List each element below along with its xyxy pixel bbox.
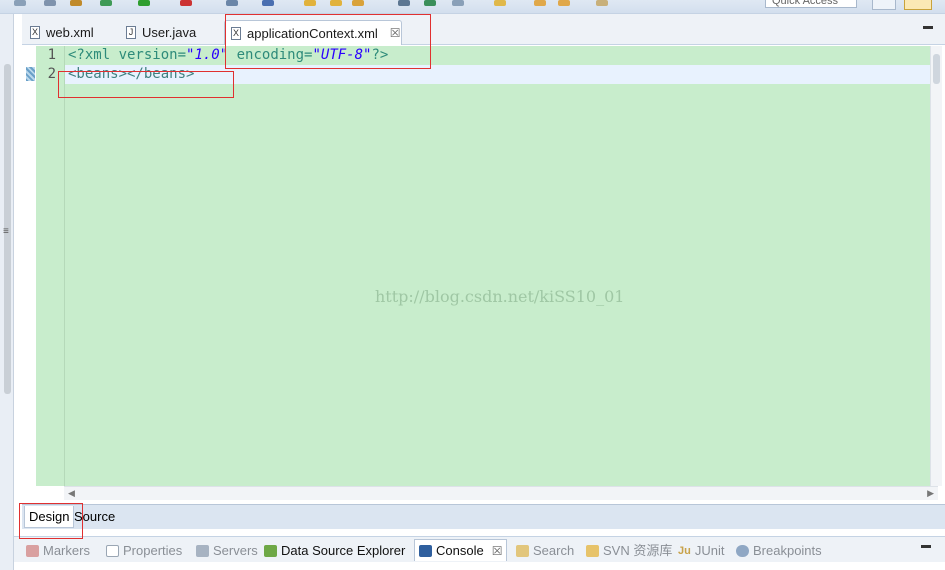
code-line-2[interactable]: <beans></beans> [65, 65, 938, 84]
view-tab-label: Properties [123, 543, 183, 558]
search-icon [516, 545, 529, 557]
horizontal-scrollbar[interactable]: ◀ ▶ [64, 486, 938, 500]
view-tab-search[interactable]: Search [516, 541, 574, 561]
toolbar-icon[interactable] [424, 0, 436, 6]
tab-label: web.xml [46, 25, 94, 40]
breakpoints-icon [736, 545, 749, 557]
view-tab-svn[interactable]: SVN 资源库 [586, 541, 672, 561]
code-line-1[interactable]: <?xml version="1.0" encoding="UTF-8"?> [65, 46, 938, 65]
tab-design[interactable]: Design [24, 506, 75, 528]
watermark: http://blog.csdn.net/kiSS10_01 [375, 287, 625, 306]
toolbar-icon[interactable] [70, 0, 82, 6]
scroll-right-icon[interactable]: ▶ [927, 488, 934, 499]
back-icon[interactable] [534, 0, 546, 6]
toolbar-icon[interactable] [494, 0, 506, 6]
toolbar-icon[interactable] [226, 0, 238, 6]
java-file-icon: J [126, 26, 136, 39]
view-tab-data-source-explorer[interactable]: Data Source Explorer [264, 541, 405, 561]
view-tab-label: SVN 资源库 [603, 543, 673, 558]
tab-user-java[interactable]: J User.java [120, 20, 224, 45]
xml-file-icon: X [30, 26, 40, 39]
main-toolbar: Quick Access [0, 0, 945, 14]
tab-label: applicationContext.xml [247, 25, 378, 41]
view-tab-label: Markers [43, 543, 90, 558]
toolbar-icon[interactable] [14, 0, 26, 6]
java-ee-perspective-button[interactable] [904, 0, 932, 10]
view-tab-breakpoints[interactable]: Breakpoints [736, 541, 822, 561]
view-tab-label: Data Source Explorer [281, 543, 406, 558]
xml-file-icon: X [231, 26, 241, 40]
line-number: 1 [47, 47, 56, 63]
folder-icon[interactable] [304, 0, 316, 6]
toolbar-icon[interactable] [452, 0, 464, 6]
servers-icon [196, 545, 209, 557]
tab-web-xml[interactable]: X web.xml [24, 20, 116, 45]
toolbar-icon[interactable] [398, 0, 410, 6]
view-tab-servers[interactable]: Servers [196, 541, 258, 561]
view-tab-label: Console [436, 542, 484, 558]
view-tab-label: Servers [213, 543, 258, 558]
toolbar-icon[interactable] [596, 0, 608, 6]
string-literal: "UTF-8" [312, 47, 372, 63]
xml-attribute-token: encoding= [228, 47, 313, 63]
views-tab-bar: Markers Properties Servers Data Source E… [14, 536, 945, 562]
view-tab-label: Breakpoints [753, 543, 822, 558]
view-tab-label: JUnit [694, 543, 725, 558]
string-literal: "1.0" [186, 47, 229, 63]
tab-application-context-xml[interactable]: X applicationContext.xml ☒ [224, 20, 402, 45]
tab-label: User.java [142, 25, 197, 40]
editor-page-tabs: Design Source [22, 504, 945, 529]
toolbar-icon[interactable] [44, 0, 56, 6]
close-tab-icon[interactable]: ☒ [390, 26, 401, 40]
line-number: 2 [47, 66, 56, 82]
xml-declaration-token: <?xml version= [68, 47, 187, 63]
toolbar-icon[interactable] [180, 0, 192, 6]
svn-icon [586, 545, 599, 557]
run-icon[interactable] [138, 0, 150, 6]
properties-icon [106, 545, 119, 557]
open-perspective-button[interactable] [872, 0, 896, 10]
scroll-left-icon[interactable]: ◀ [68, 488, 75, 499]
view-tab-console[interactable]: Console ☒ [414, 539, 508, 561]
beans-element: <beans></beans> [68, 66, 195, 82]
scroll-thumb[interactable] [933, 54, 940, 84]
quick-access-input[interactable]: Quick Access [765, 0, 857, 8]
view-tab-properties[interactable]: Properties [106, 541, 182, 561]
junit-icon: Ju [678, 545, 691, 557]
toolbar-icon[interactable] [100, 0, 112, 6]
left-panel-edge: ≡ [0, 14, 14, 570]
toolbar-icon[interactable] [352, 0, 364, 6]
xml-declaration-token: ?> [371, 47, 389, 63]
view-tab-markers[interactable]: Markers [26, 541, 90, 561]
close-view-icon[interactable]: ☒ [492, 541, 503, 561]
vertical-scrollbar[interactable] [930, 46, 942, 486]
tab-source[interactable]: Source [70, 506, 119, 528]
minimize-icon[interactable] [921, 545, 931, 548]
console-icon [419, 544, 432, 557]
data-source-icon [264, 545, 277, 557]
editor-tab-bar: X web.xml J User.java X applicationConte… [22, 14, 945, 45]
toolbar-icon[interactable] [262, 0, 274, 6]
folder-icon[interactable] [330, 0, 342, 6]
splitter-handle-icon[interactable]: ≡ [3, 227, 11, 237]
change-marker-icon [26, 67, 35, 81]
view-tab-junit[interactable]: Ju JUnit [678, 541, 724, 561]
annotation-ruler [22, 46, 36, 486]
code-area[interactable]: <?xml version="1.0" encoding="UTF-8"?> <… [64, 46, 938, 486]
line-number-ruler: 1 2 [36, 46, 64, 486]
view-tab-label: Search [533, 543, 575, 558]
xml-source-editor[interactable]: 1 2 <?xml version="1.0" encoding="UTF-8"… [22, 46, 942, 504]
forward-icon[interactable] [558, 0, 570, 6]
markers-icon [26, 545, 39, 557]
minimize-icon[interactable] [923, 26, 933, 29]
